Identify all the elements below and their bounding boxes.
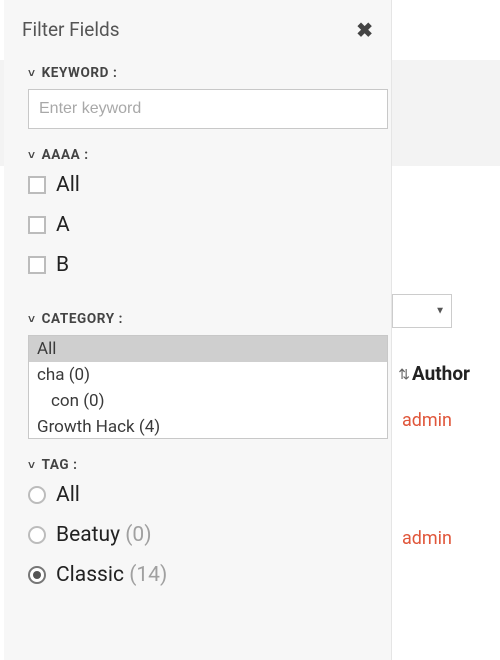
- section-tag: ˅ TAG : All Beatuy (0) Classic (14): [4, 457, 391, 611]
- section-category: ˅ CATEGORY : All cha (0) con (0) Growth …: [4, 311, 391, 447]
- tag-option[interactable]: All: [28, 483, 373, 507]
- caret-down-icon: ▼: [435, 306, 445, 317]
- option-text: Beatuy: [56, 523, 125, 547]
- tag-option[interactable]: Classic (14): [28, 563, 373, 587]
- column-header-author[interactable]: ⇅Author: [398, 362, 470, 385]
- category-item[interactable]: Growth Hack (4): [29, 414, 387, 439]
- section-heading-label: TAG :: [42, 457, 78, 473]
- author-link[interactable]: admin: [402, 410, 452, 431]
- option-label: Beatuy (0): [56, 523, 152, 547]
- chevron-down-icon: ˅: [28, 458, 36, 472]
- radio-icon[interactable]: [28, 526, 46, 544]
- column-header-author-label: Author: [412, 362, 470, 385]
- chevron-down-icon: ˅: [28, 312, 36, 326]
- radio-icon[interactable]: [28, 486, 46, 504]
- rows-per-page-select[interactable]: ▼: [392, 294, 452, 328]
- section-toggle-keyword[interactable]: ˅ KEYWORD :: [28, 65, 373, 81]
- close-icon[interactable]: ✖: [356, 20, 373, 40]
- category-item[interactable]: All: [29, 336, 387, 362]
- checkbox-icon[interactable]: [28, 256, 46, 274]
- option-label: All: [56, 173, 80, 197]
- section-toggle-category[interactable]: ˅ CATEGORY :: [28, 311, 373, 327]
- section-heading-label: KEYWORD :: [42, 65, 118, 81]
- option-text: Classic: [56, 563, 129, 587]
- panel-title: Filter Fields: [22, 18, 120, 41]
- aaaa-option[interactable]: A: [28, 213, 373, 237]
- section-heading-label: CATEGORY :: [42, 311, 123, 327]
- option-count: (14): [129, 563, 167, 587]
- filter-panel: Filter Fields ✖ ˅ KEYWORD : ˅ AAAA : All: [4, 0, 392, 660]
- option-count: (0): [125, 523, 151, 547]
- category-item[interactable]: cha (0): [29, 362, 387, 388]
- radio-icon[interactable]: [28, 566, 46, 584]
- category-item[interactable]: con (0): [29, 388, 387, 414]
- tag-option[interactable]: Beatuy (0): [28, 523, 373, 547]
- option-label: B: [56, 253, 69, 277]
- option-label: All: [56, 483, 80, 507]
- section-aaaa: ˅ AAAA : All A B: [4, 147, 391, 301]
- option-label: Classic (14): [56, 563, 167, 587]
- section-keyword: ˅ KEYWORD :: [4, 65, 391, 137]
- keyword-input[interactable]: [28, 89, 388, 129]
- aaaa-option[interactable]: B: [28, 253, 373, 277]
- chevron-down-icon: ˅: [28, 148, 36, 162]
- option-label: A: [56, 213, 70, 237]
- option-text: All: [56, 483, 80, 507]
- checkbox-icon[interactable]: [28, 176, 46, 194]
- author-link[interactable]: admin: [402, 528, 452, 549]
- section-toggle-tag[interactable]: ˅ TAG :: [28, 457, 373, 473]
- checkbox-icon[interactable]: [28, 216, 46, 234]
- aaaa-option[interactable]: All: [28, 173, 373, 197]
- section-heading-label: AAAA :: [42, 147, 89, 163]
- sort-icon: ⇅: [398, 367, 410, 383]
- chevron-down-icon: ˅: [28, 66, 36, 80]
- section-toggle-aaaa[interactable]: ˅ AAAA :: [28, 147, 373, 163]
- category-listbox[interactable]: All cha (0) con (0) Growth Hack (4): [28, 335, 388, 439]
